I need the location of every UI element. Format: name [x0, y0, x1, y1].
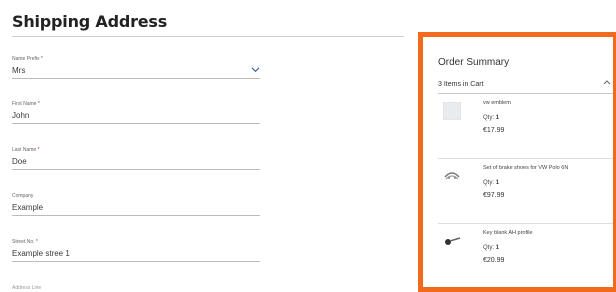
- company-label: Company: [12, 193, 34, 199]
- cart-item: Key blank AH profile Qty: 1 €20.99: [438, 225, 613, 289]
- first-name-label: First Name: [12, 101, 37, 107]
- required-mark: *: [40, 56, 43, 62]
- cart-item: Set of brake shoes for VW Polo 6N Qty: 1…: [438, 160, 613, 224]
- field-underline: [12, 78, 260, 79]
- company-field[interactable]: Company Example: [12, 193, 260, 216]
- last-name-value[interactable]: Doe: [12, 155, 260, 169]
- last-name-field[interactable]: Last Name * Doe: [12, 147, 260, 170]
- address-line-label-partial: Address Line: [12, 285, 42, 291]
- divider: [438, 93, 613, 94]
- order-summary-panel: Order Summary 3 Items in Cart vw emblem …: [418, 32, 616, 292]
- required-mark: *: [37, 101, 40, 107]
- cart-items-toggle[interactable]: 3 Items in Cart: [438, 81, 484, 88]
- divider: [438, 223, 613, 224]
- company-value[interactable]: Example: [12, 201, 260, 215]
- item-name: Set of brake shoes for VW Polo 6N: [483, 165, 569, 171]
- cart-item: vw emblem Qty: 1 €17.99: [438, 95, 613, 159]
- street-label: Street No.: [12, 239, 35, 245]
- street-field[interactable]: Street No. * Example stree 1: [12, 239, 260, 262]
- name-prefix-select[interactable]: Name Prefix * Mrs: [12, 56, 260, 79]
- title-divider: [12, 36, 404, 37]
- item-qty: Qty: 1: [483, 245, 500, 251]
- divider: [438, 158, 613, 159]
- item-price: €17.99: [483, 127, 505, 134]
- item-name: Key blank AH profile: [483, 230, 533, 236]
- required-mark: *: [35, 239, 38, 245]
- item-name: vw emblem: [483, 100, 511, 106]
- street-value[interactable]: Example stree 1: [12, 247, 260, 261]
- key-icon: [445, 237, 461, 245]
- item-qty: Qty: 1: [483, 115, 500, 121]
- emblem-placeholder-icon: [443, 102, 461, 120]
- first-name-field[interactable]: First Name * John: [12, 101, 260, 124]
- item-qty: Qty: 1: [483, 180, 500, 186]
- first-name-value[interactable]: John: [12, 109, 260, 123]
- item-price: €20.99: [483, 257, 505, 264]
- brake-shoes-icon: [444, 172, 460, 180]
- field-underline: [12, 123, 260, 124]
- last-name-label: Last Name: [12, 147, 37, 153]
- order-summary-title: Order Summary: [438, 57, 510, 68]
- item-price: €97.99: [483, 192, 505, 199]
- name-prefix-label: Name Prefix: [12, 56, 40, 62]
- field-underline: [12, 261, 260, 262]
- chevron-up-icon[interactable]: [603, 79, 611, 85]
- field-underline: [12, 169, 260, 170]
- required-mark: *: [37, 147, 40, 153]
- field-underline: [12, 215, 260, 216]
- chevron-down-icon[interactable]: [251, 65, 260, 74]
- page-title: Shipping Address: [12, 12, 168, 31]
- name-prefix-value: Mrs: [12, 66, 26, 75]
